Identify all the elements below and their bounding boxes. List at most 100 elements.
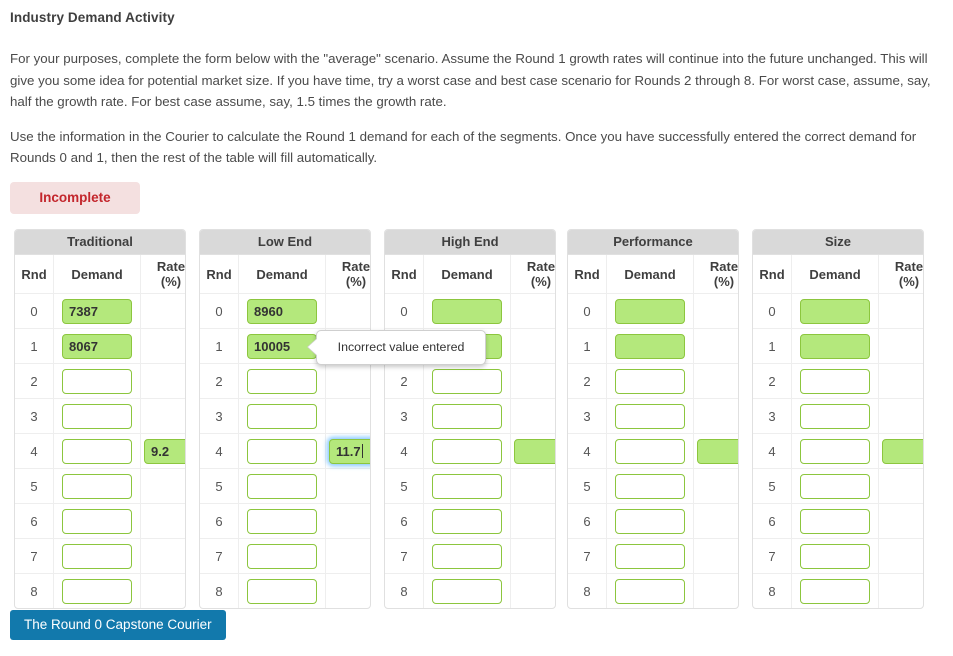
demand-input[interactable]	[800, 578, 870, 604]
rate-cell	[510, 538, 555, 574]
demand-input[interactable]	[247, 508, 317, 534]
demand-input[interactable]	[432, 508, 502, 534]
tooltip-arrow-inner	[308, 338, 318, 356]
column-header-demand: Demand	[606, 255, 694, 294]
demand-cell	[53, 398, 141, 434]
demand-cell	[238, 538, 326, 574]
demand-cell	[791, 503, 879, 539]
demand-input[interactable]: 8067	[62, 333, 132, 359]
column-header-rnd: Rnd	[15, 255, 54, 294]
round-label: 5	[15, 468, 54, 504]
rate-cell	[140, 293, 185, 329]
demand-input[interactable]	[62, 473, 132, 499]
demand-input[interactable]	[247, 403, 317, 429]
table-row: 3	[568, 398, 738, 434]
round-label: 8	[200, 573, 239, 608]
demand-input[interactable]	[615, 403, 685, 429]
rate-cell	[510, 573, 555, 608]
segment-header: Performance	[568, 230, 738, 255]
segment-table-traditional: Traditional Rnd Demand Rate (%) 0 7387 1 8067 2 3 4…	[14, 229, 186, 609]
demand-input[interactable]: 7387	[62, 298, 132, 324]
demand-input[interactable]	[247, 543, 317, 569]
rate-cell	[140, 328, 185, 364]
demand-input[interactable]	[432, 368, 502, 394]
demand-cell	[53, 433, 141, 469]
rate-cell: 9.2	[140, 433, 185, 469]
demand-input[interactable]	[800, 298, 870, 324]
table-row: 7	[568, 538, 738, 574]
table-row: 7	[200, 538, 370, 574]
demand-input[interactable]: 8960	[247, 298, 317, 324]
demand-input[interactable]	[800, 543, 870, 569]
demand-input[interactable]	[432, 543, 502, 569]
rate-cell	[325, 293, 370, 329]
rate-input[interactable]	[882, 438, 923, 464]
demand-input[interactable]	[615, 543, 685, 569]
rate-cell	[878, 468, 923, 504]
rate-cell	[878, 538, 923, 574]
demand-input[interactable]	[432, 473, 502, 499]
demand-cell	[238, 363, 326, 399]
round-label: 0	[385, 293, 424, 329]
demand-input[interactable]	[62, 403, 132, 429]
demand-input[interactable]	[62, 578, 132, 604]
rate-cell	[510, 398, 555, 434]
column-header-rate: Rate (%)	[140, 255, 185, 294]
demand-input[interactable]	[247, 368, 317, 394]
demand-cell	[423, 293, 511, 329]
rate-input[interactable]: 9.2	[144, 438, 185, 464]
demand-input[interactable]	[62, 543, 132, 569]
demand-cell	[53, 363, 141, 399]
demand-input[interactable]	[62, 508, 132, 534]
demand-input[interactable]	[615, 298, 685, 324]
round-label: 3	[753, 398, 792, 434]
column-header-rate-line2: (%)	[345, 274, 367, 289]
round-0-capstone-courier-button[interactable]: The Round 0 Capstone Courier	[10, 610, 226, 640]
demand-input[interactable]	[800, 333, 870, 359]
demand-input[interactable]	[615, 368, 685, 394]
segment-table-high-end: High EndRndDemandRate(%)012345678	[384, 229, 556, 609]
demand-input[interactable]	[800, 403, 870, 429]
round-label: 8	[15, 573, 54, 608]
demand-input[interactable]	[62, 368, 132, 394]
demand-input[interactable]	[62, 438, 132, 464]
demand-input[interactable]	[432, 578, 502, 604]
rate-input[interactable]	[514, 438, 555, 464]
round-label: 1	[753, 328, 792, 364]
rate-input[interactable]: 11.7	[329, 438, 370, 464]
demand-input[interactable]	[247, 473, 317, 499]
round-label: 2	[200, 363, 239, 399]
table-row: 3	[15, 398, 185, 434]
table-row: 3	[385, 398, 555, 434]
round-label: 4	[385, 433, 424, 469]
demand-input[interactable]	[432, 438, 502, 464]
round-label: 6	[200, 503, 239, 539]
demand-cell	[53, 503, 141, 539]
column-header-rate: Rate (%)	[878, 255, 923, 294]
table-row: 4	[385, 433, 555, 469]
table-row: 2	[568, 363, 738, 399]
rate-cell	[325, 468, 370, 504]
demand-input[interactable]	[615, 438, 685, 464]
column-header-demand: Demand	[791, 255, 879, 294]
rate-cell	[878, 398, 923, 434]
demand-cell	[606, 538, 694, 574]
demand-input[interactable]	[432, 298, 502, 324]
table-row: 5	[568, 468, 738, 504]
round-label: 2	[753, 363, 792, 399]
rate-cell: 11.7	[325, 433, 370, 469]
demand-input[interactable]	[247, 578, 317, 604]
demand-input[interactable]	[800, 368, 870, 394]
demand-input[interactable]	[615, 578, 685, 604]
demand-input[interactable]	[615, 473, 685, 499]
demand-input[interactable]	[247, 438, 317, 464]
demand-input[interactable]	[615, 333, 685, 359]
table-row: 6	[385, 503, 555, 539]
rate-cell	[693, 503, 738, 539]
demand-input[interactable]	[800, 508, 870, 534]
demand-input[interactable]	[615, 508, 685, 534]
demand-input[interactable]	[432, 403, 502, 429]
rate-input[interactable]	[697, 438, 738, 464]
demand-input[interactable]	[800, 438, 870, 464]
demand-input[interactable]	[800, 473, 870, 499]
